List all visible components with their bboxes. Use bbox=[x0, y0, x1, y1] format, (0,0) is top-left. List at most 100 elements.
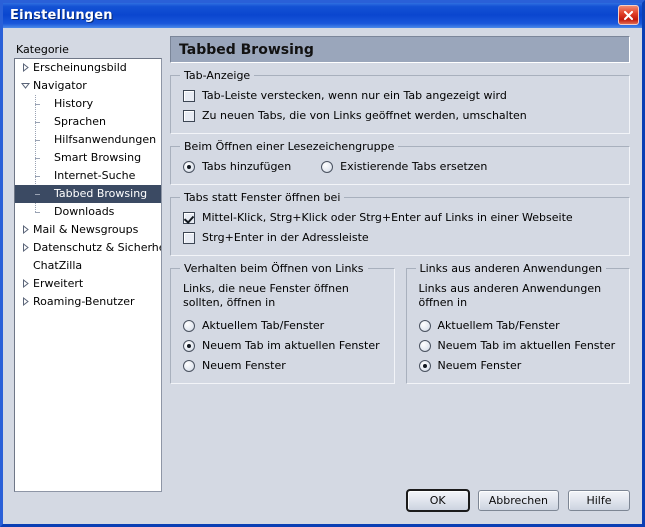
sidebar-item-tabbed-browsing[interactable]: Tabbed Browsing bbox=[15, 185, 161, 203]
radio-replace-tabs-label: Existierende Tabs ersetzen bbox=[340, 160, 488, 173]
sidebar-item-label: ChatZilla bbox=[33, 259, 83, 272]
dialog-buttons: OK Abbrechen Hilfe bbox=[405, 489, 630, 512]
radio-ex-new-window-label: Neuem Fenster bbox=[437, 359, 522, 372]
sidebar-item-chatzilla[interactable]: ChatZilla bbox=[15, 257, 161, 275]
checkbox-middle-click-label: Mittel-Klick, Strg+Klick oder Strg+Enter… bbox=[202, 211, 573, 224]
checkbox-row-middle-click[interactable]: Mittel-Klick, Strg+Klick oder Strg+Enter… bbox=[183, 211, 617, 224]
sidebar-item-label: Datenschutz & Sicherheit bbox=[33, 241, 162, 254]
preferences-window: Einstellungen Kategorie Erscheinungsbild… bbox=[0, 0, 645, 527]
radio-ex-new-tab-current-window-label: Neuem Tab im aktuellen Fenster bbox=[437, 339, 616, 352]
radio-lb-new-window-label: Neuem Fenster bbox=[202, 359, 286, 372]
sidebar-item-label: Smart Browsing bbox=[54, 151, 142, 164]
category-tree[interactable]: Erscheinungsbild Navigator History Sprachen… bbox=[14, 58, 162, 492]
tree-connector-dash bbox=[35, 104, 40, 105]
checkbox-hide-tabbar[interactable] bbox=[183, 89, 195, 102]
cancel-button[interactable]: Abbrechen bbox=[477, 490, 559, 511]
radio-add-tabs[interactable] bbox=[183, 160, 195, 173]
checkbox-hide-tabbar-label: Tab-Leiste verstecken, wenn nur ein Tab … bbox=[202, 89, 507, 102]
close-icon[interactable] bbox=[618, 5, 639, 25]
sidebar-item-sprachen[interactable]: Sprachen bbox=[15, 113, 161, 131]
radio-add-tabs-label: Tabs hinzufügen bbox=[202, 160, 292, 173]
sidebar-item-label: Roaming-Benutzer bbox=[33, 295, 135, 308]
link-behavior-intro: Links, die neue Fenster öffnen sollten, … bbox=[183, 282, 349, 309]
sidebar-item-label: Mail & Newsgroups bbox=[33, 223, 139, 236]
sidebar-item-label: Erweitert bbox=[33, 277, 84, 290]
sidebar-item-downloads[interactable]: Downloads bbox=[15, 203, 161, 221]
group-external-links: Links aus anderen Anwendungen Links aus … bbox=[405, 262, 630, 384]
group-legend: Links aus anderen Anwendungen bbox=[415, 262, 607, 275]
sidebar-item-label: Erscheinungsbild bbox=[33, 61, 127, 74]
bottom-groups: Verhalten beim Öffnen von Links Links, d… bbox=[170, 262, 630, 384]
sidebar-item-smart-browsing[interactable]: Smart Browsing bbox=[15, 149, 161, 167]
radio-lb-current-tab-window[interactable] bbox=[183, 319, 195, 332]
chevron-right-icon[interactable] bbox=[20, 275, 31, 293]
checkbox-row-ctrl-enter-urlbar[interactable]: Strg+Enter in der Adressleiste bbox=[183, 231, 617, 244]
radio-row-lb-new-window[interactable]: Neuem Fenster bbox=[183, 359, 382, 372]
sidebar-item-roaming-benutzer[interactable]: Roaming-Benutzer bbox=[15, 293, 161, 311]
sidebar-item-label: Downloads bbox=[54, 205, 115, 218]
help-button[interactable]: Hilfe bbox=[568, 490, 630, 511]
group-legend: Tabs statt Fenster öffnen bei bbox=[180, 191, 345, 204]
chevron-right-icon[interactable] bbox=[20, 239, 31, 257]
radio-row-ex-new-window[interactable]: Neuem Fenster bbox=[418, 359, 618, 372]
checkbox-ctrl-enter-urlbar[interactable] bbox=[183, 231, 195, 244]
ok-button[interactable]: OK bbox=[405, 489, 470, 512]
sidebar-item-label: History bbox=[54, 97, 94, 110]
tree-connector-dash bbox=[35, 176, 40, 177]
client-area: Kategorie Erscheinungsbild Navigator Histo… bbox=[3, 28, 642, 524]
radio-lb-new-tab-current-window-label: Neuem Tab im aktuellen Fenster bbox=[202, 339, 380, 352]
sidebar-item-label: Internet-Suche bbox=[54, 169, 136, 182]
tree-connector-dash bbox=[35, 122, 40, 123]
sidebar-item-erweitert[interactable]: Erweitert bbox=[15, 275, 161, 293]
sidebar-item-hilfsanwendungen[interactable]: Hilfsanwendungen bbox=[15, 131, 161, 149]
sidebar-item-erscheinungsbild[interactable]: Erscheinungsbild bbox=[15, 59, 161, 77]
sidebar-item-datenschutz-and-sicherheit[interactable]: Datenschutz & Sicherheit bbox=[15, 239, 161, 257]
group-legend: Verhalten beim Öffnen von Links bbox=[180, 262, 368, 275]
group-link-behavior: Verhalten beim Öffnen von Links Links, d… bbox=[170, 262, 395, 384]
radio-ex-new-tab-current-window[interactable] bbox=[418, 339, 431, 352]
radio-lb-new-window[interactable] bbox=[183, 359, 195, 372]
tree-connector-dash bbox=[35, 158, 40, 159]
sidebar-item-internet-suche[interactable]: Internet-Suche bbox=[15, 167, 161, 185]
tree-connector-dash bbox=[35, 140, 40, 141]
radio-row-replace-tabs[interactable]: Existierende Tabs ersetzen bbox=[321, 160, 487, 173]
chevron-right-icon[interactable] bbox=[20, 293, 31, 311]
chevron-right-icon[interactable] bbox=[20, 59, 31, 77]
category-label: Kategorie bbox=[16, 43, 69, 56]
external-links-intro: Links aus anderen Anwendungen öffnen in bbox=[418, 282, 602, 309]
radio-ex-current-tab-window[interactable] bbox=[418, 319, 431, 332]
chevron-down-icon[interactable] bbox=[20, 77, 31, 95]
tree-connector-dash bbox=[35, 194, 40, 195]
radio-ex-new-window[interactable] bbox=[418, 359, 431, 372]
page-title: Tabbed Browsing bbox=[170, 36, 630, 63]
checkbox-ctrl-enter-urlbar-label: Strg+Enter in der Adressleiste bbox=[202, 231, 369, 244]
checkbox-row-switch-to-new-tabs[interactable]: Zu neuen Tabs, die von Links geöffnet we… bbox=[183, 109, 617, 122]
chevron-right-icon[interactable] bbox=[20, 221, 31, 239]
checkbox-row-hide-tabbar[interactable]: Tab-Leiste verstecken, wenn nur ein Tab … bbox=[183, 89, 617, 102]
sidebar-item-label: Hilfsanwendungen bbox=[54, 133, 157, 146]
window-title: Einstellungen bbox=[10, 8, 113, 23]
group-legend: Beim Öffnen einer Lesezeichengruppe bbox=[180, 140, 399, 153]
settings-panel: Tabbed Browsing Tab-Anzeige Tab-Leiste v… bbox=[170, 36, 630, 384]
checkbox-middle-click[interactable] bbox=[183, 211, 195, 224]
sidebar-item-label: Navigator bbox=[33, 79, 87, 92]
group-tab-display: Tab-Anzeige Tab-Leiste verstecken, wenn … bbox=[170, 69, 630, 134]
sidebar-item-navigator[interactable]: Navigator bbox=[15, 77, 161, 95]
checkbox-switch-to-new-tabs-label: Zu neuen Tabs, die von Links geöffnet we… bbox=[202, 109, 527, 122]
sidebar-item-label: Tabbed Browsing bbox=[54, 187, 148, 200]
sidebar-item-mail-and-newsgroups[interactable]: Mail & Newsgroups bbox=[15, 221, 161, 239]
radio-row-ex-current[interactable]: Aktuellem Tab/Fenster bbox=[418, 319, 618, 332]
radio-lb-new-tab-current-window[interactable] bbox=[183, 339, 195, 352]
sidebar-item-label: Sprachen bbox=[54, 115, 106, 128]
group-bookmark-group: Beim Öffnen einer Lesezeichengruppe Tabs… bbox=[170, 140, 630, 185]
radio-replace-tabs[interactable] bbox=[321, 160, 334, 173]
group-tabs-instead-windows: Tabs statt Fenster öffnen bei Mittel-Kli… bbox=[170, 191, 630, 256]
group-legend: Tab-Anzeige bbox=[180, 69, 255, 82]
radio-lb-current-tab-window-label: Aktuellem Tab/Fenster bbox=[202, 319, 325, 332]
radio-row-lb-current[interactable]: Aktuellem Tab/Fenster bbox=[183, 319, 382, 332]
radio-row-ex-new-tab[interactable]: Neuem Tab im aktuellen Fenster bbox=[418, 339, 618, 352]
sidebar-item-history[interactable]: History bbox=[15, 95, 161, 113]
checkbox-switch-to-new-tabs[interactable] bbox=[183, 109, 195, 122]
radio-row-add-tabs[interactable]: Tabs hinzufügen bbox=[183, 160, 291, 173]
radio-row-lb-new-tab[interactable]: Neuem Tab im aktuellen Fenster bbox=[183, 339, 382, 352]
